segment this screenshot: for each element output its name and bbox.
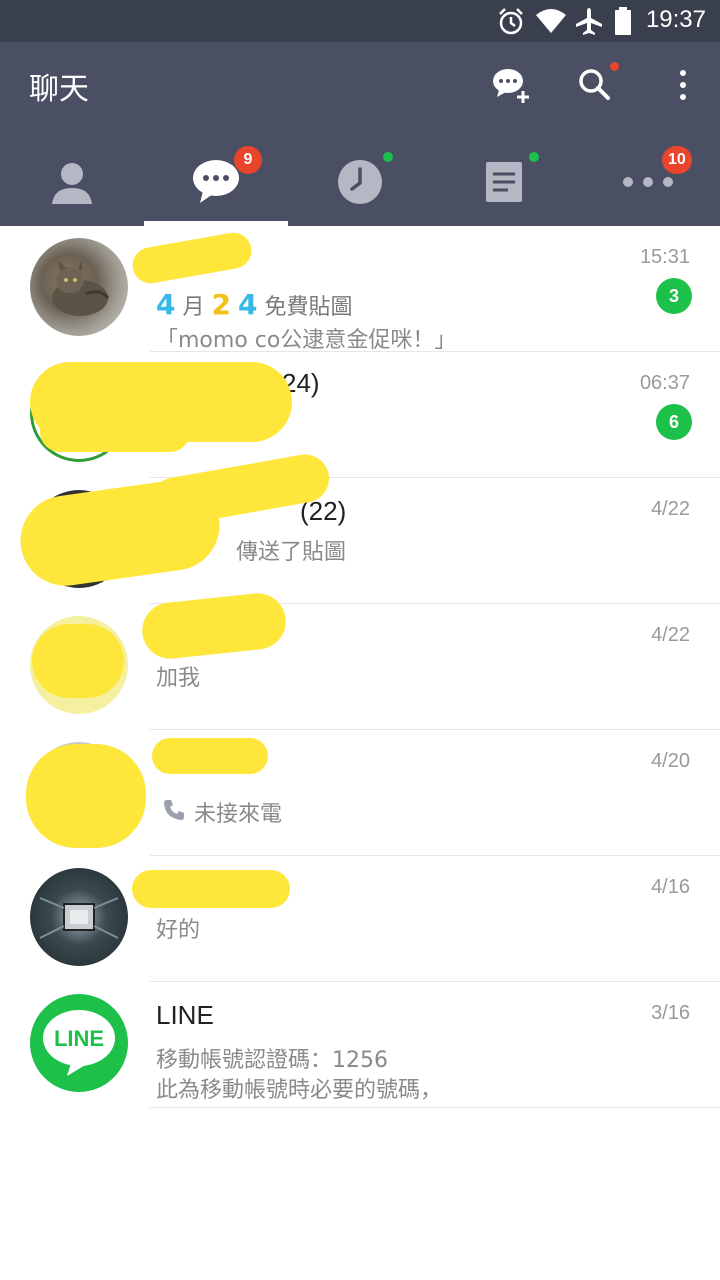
chat-row[interactable]: 好的 4/16 [0, 856, 720, 982]
chat-message-line1: 好的 [156, 918, 201, 943]
tab-more[interactable]: 10 [576, 138, 720, 226]
chat-time: 3/16 [651, 1002, 690, 1024]
page-title: 聊天 [29, 72, 89, 107]
phone-icon [164, 800, 184, 820]
tab-chats[interactable]: 9 [144, 138, 288, 226]
status-bar: 19:37 [0, 0, 720, 42]
avatar [30, 238, 128, 336]
search-notification-dot [610, 62, 619, 71]
battery-icon [615, 7, 631, 35]
chat-message-line1: 未接來電 [194, 802, 283, 827]
line-logo: LINE [43, 1010, 115, 1076]
chat-time: 4/22 [651, 498, 690, 520]
chat-time: 4/16 [651, 876, 690, 898]
chat-row[interactable]: LINE LINE 移動帳號認證碼：1256 此為移動帳號時必要的號碼， 3/1… [0, 982, 720, 1108]
line-logo-text: LINE [54, 1026, 104, 1051]
wifi-icon [536, 9, 566, 33]
chat-bubble-icon [193, 160, 239, 203]
chat-time: 4/22 [651, 624, 690, 646]
chat-row[interactable]: 加我 4/22 [0, 590, 720, 730]
search-icon [579, 69, 610, 100]
chat-time: 15:31 [639, 246, 690, 268]
news-dot [529, 152, 539, 162]
status-time: 19:37 [645, 6, 706, 33]
timeline-dot [383, 152, 393, 162]
chat-row[interactable]: 未接來電 4/20 [0, 730, 720, 856]
chat-message-line2: 「momo co公逮意金促咪！」 [156, 328, 457, 353]
redaction-scribble [26, 744, 146, 848]
more-options-button[interactable] [658, 60, 708, 110]
avatar [30, 868, 128, 966]
chat-message-line2: 此為移動帳號時必要的號碼， [156, 1078, 443, 1103]
redaction-scribble [40, 412, 190, 452]
avatar: LINE [30, 994, 128, 1092]
app-header: 聊天 9 10 [0, 42, 720, 226]
chat-list: 4 月 2 4 免費貼圖 「momo co公逮意金促咪！」 15:31 3 24… [0, 226, 720, 1108]
add-chat-icon [493, 69, 529, 103]
document-icon [486, 162, 522, 202]
chat-message-line1: 移動帳號認證碼：1256 [156, 1048, 388, 1073]
divider [150, 1107, 720, 1108]
more-vert-icon [680, 70, 686, 100]
search-button[interactable] [570, 60, 620, 110]
person-icon [52, 163, 92, 204]
alarm-icon [499, 8, 523, 35]
redaction-scribble [32, 624, 124, 698]
add-chat-button[interactable] [486, 60, 536, 110]
unread-badge: 6 [656, 404, 692, 440]
chat-row[interactable]: 24) 06:37 6 [0, 352, 720, 478]
redaction-scribble [129, 229, 255, 287]
redaction-scribble [152, 738, 268, 774]
chat-row[interactable]: 4 月 2 4 免費貼圖 「momo co公逮意金促咪！」 15:31 3 [0, 226, 720, 353]
unread-badge: 3 [656, 278, 692, 314]
tab-news[interactable] [432, 138, 576, 226]
chats-badge: 9 [234, 146, 262, 174]
chat-time: 06:37 [639, 372, 690, 394]
more-badge: 10 [662, 146, 692, 174]
cat-photo [52, 260, 110, 316]
chat-name: LINE [156, 1000, 214, 1030]
airplane-icon [576, 8, 602, 35]
chat-row[interactable]: (22) 傳送了貼圖 4/22 [0, 450, 720, 604]
tab-timeline[interactable] [288, 138, 432, 226]
chat-message-line1: 傳送了貼圖 [236, 540, 347, 565]
circuit-photo [39, 897, 119, 939]
tab-friends[interactable] [0, 138, 144, 226]
chat-time: 4/20 [651, 750, 690, 772]
more-horiz-icon [623, 177, 673, 187]
redaction-scribble [132, 870, 290, 908]
chat-message-line1: 加我 [156, 666, 201, 691]
chat-message-line1: 4 月 2 4 免費貼圖 [156, 288, 353, 321]
clock-icon [338, 160, 382, 204]
